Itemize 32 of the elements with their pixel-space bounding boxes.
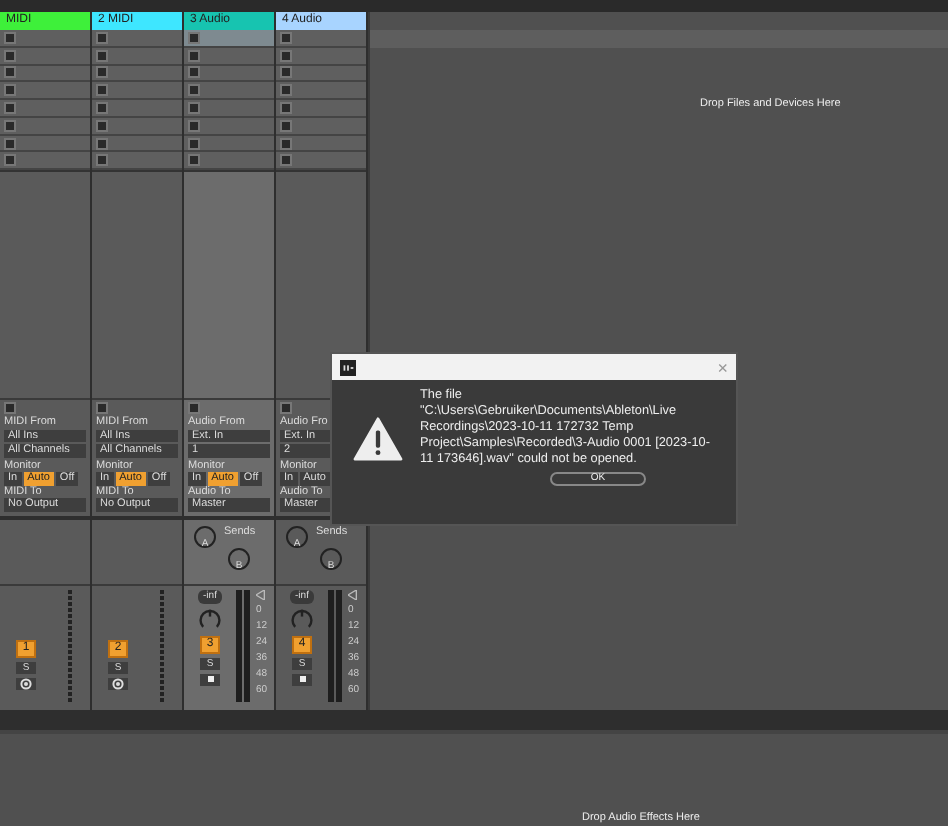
clip-slot[interactable] — [0, 152, 90, 171]
volume-pointer-icon[interactable] — [256, 589, 266, 600]
clip-slot[interactable] — [92, 100, 182, 118]
arm-button[interactable] — [16, 677, 36, 690]
stop-icon[interactable] — [4, 402, 16, 415]
stop-icon[interactable] — [188, 402, 200, 415]
clip-slot[interactable] — [92, 30, 182, 48]
arm-button[interactable] — [108, 677, 128, 690]
stop-icon[interactable] — [96, 402, 108, 415]
clip-slot[interactable] — [184, 30, 274, 48]
app-logo-icon — [340, 359, 356, 375]
stop-icon[interactable] — [280, 402, 292, 415]
clip-slot[interactable] — [0, 82, 90, 101]
level-meter — [328, 589, 344, 702]
volume-pointer-icon[interactable] — [348, 589, 358, 600]
record-button[interactable] — [292, 673, 312, 686]
clip-slot[interactable] — [0, 100, 90, 118]
pan-knob[interactable] — [290, 607, 314, 632]
clip-slot[interactable] — [0, 30, 90, 48]
clip-slot[interactable] — [184, 82, 274, 101]
clip-slot[interactable] — [92, 82, 182, 101]
clip-slot[interactable] — [184, 152, 274, 171]
level-meter — [236, 589, 252, 702]
clip-slot[interactable] — [184, 100, 274, 118]
warning-icon — [352, 416, 404, 462]
pan-knob[interactable] — [198, 607, 222, 632]
clip-slot[interactable] — [276, 100, 366, 118]
clip-slot[interactable] — [276, 82, 366, 101]
clip-slot[interactable] — [92, 152, 182, 171]
clip-slot[interactable] — [276, 152, 366, 171]
record-button[interactable] — [200, 673, 220, 686]
clip-slot[interactable] — [276, 30, 366, 48]
